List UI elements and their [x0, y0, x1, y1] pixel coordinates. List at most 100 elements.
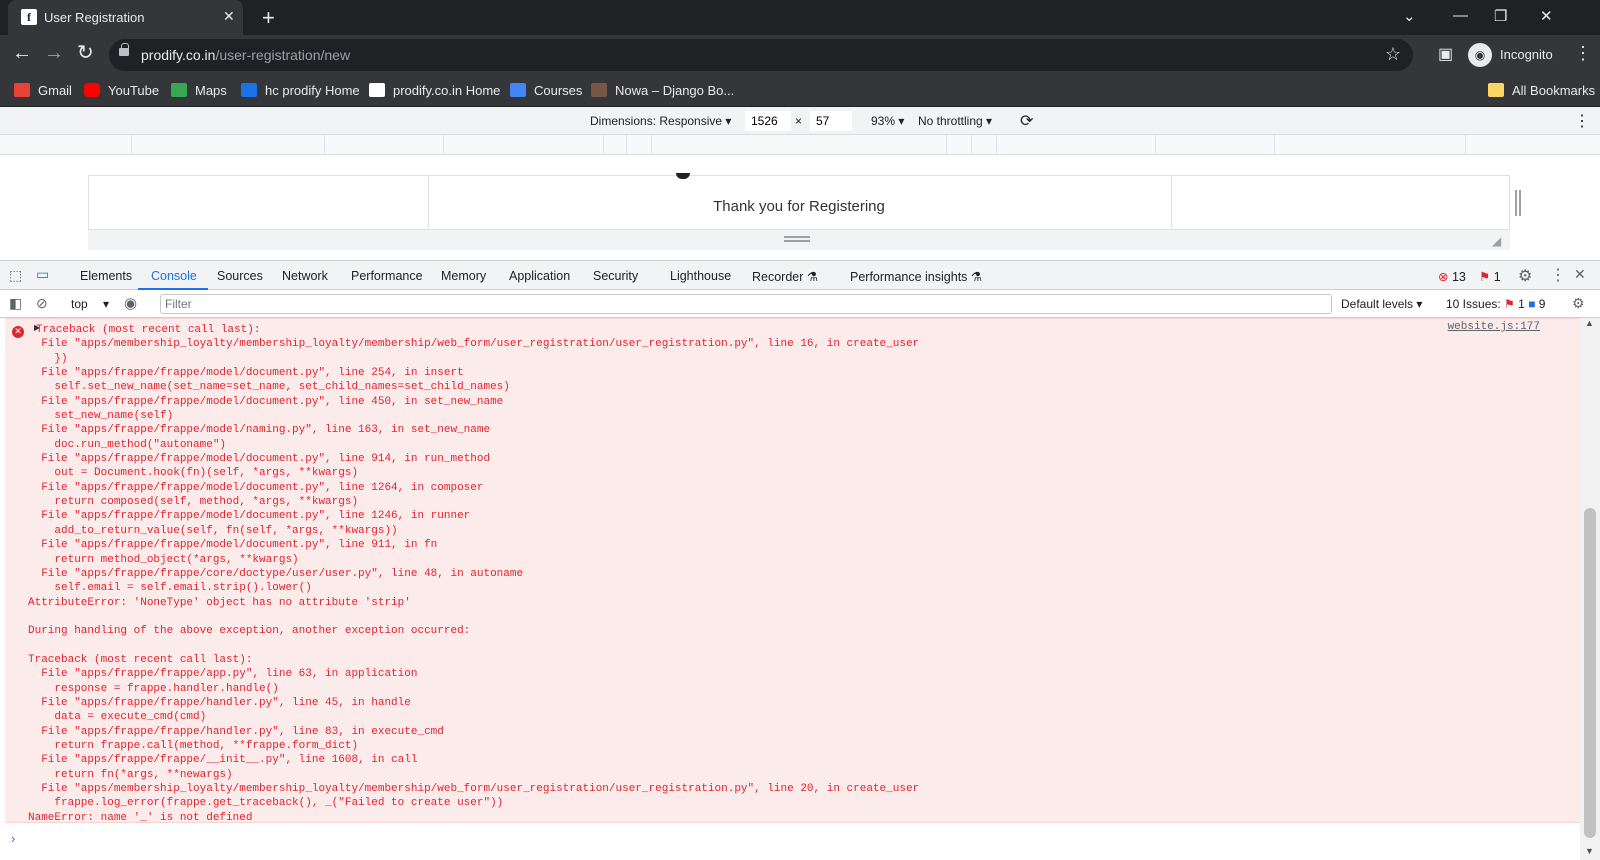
bookmark-maps[interactable]: Maps: [171, 83, 227, 98]
traceback-line: response = frappe.handler.handle(): [28, 682, 279, 695]
browser-tab[interactable]: f User Registration ✕: [8, 0, 243, 35]
new-tab-icon[interactable]: +: [262, 5, 275, 31]
traceback-line: File "apps/frappe/frappe/model/document.…: [28, 481, 484, 494]
scroll-up-icon[interactable]: ▲: [1585, 318, 1594, 328]
console-error-message[interactable]: ✕ ▶ website.js:177 Traceback (most recen…: [5, 318, 1580, 824]
sidebar-toggle-icon[interactable]: ◧: [9, 295, 22, 312]
chrome-menu-icon[interactable]: ⋮: [1574, 43, 1592, 63]
media-query-mark: [626, 135, 627, 155]
issues-summary[interactable]: 10 Issues: ⚑ 1 ■ 9: [1446, 297, 1545, 311]
reload-icon[interactable]: ↻: [77, 43, 94, 63]
address-bar[interactable]: prodify.co.in/user-registration/new ☆: [109, 39, 1413, 71]
resize-corner-icon[interactable]: ◢: [1492, 234, 1501, 248]
media-query-mark: [946, 135, 947, 155]
bookmark-nowa-django[interactable]: Nowa – Django Bo...: [591, 83, 734, 98]
media-query-mark: [131, 135, 132, 155]
close-window-icon[interactable]: ✕: [1540, 7, 1553, 25]
back-icon[interactable]: ←: [12, 43, 32, 63]
warning-count-badge[interactable]: ⚑ 1: [1479, 269, 1501, 284]
rotate-icon[interactable]: ⟳: [1020, 111, 1033, 131]
traceback-line: File "apps/frappe/frappe/model/document.…: [28, 367, 464, 380]
close-tab-icon[interactable]: ✕: [223, 8, 235, 25]
prodify-e-icon: [241, 83, 257, 97]
resize-handle-bottom[interactable]: [784, 236, 810, 242]
tab-performance-insights[interactable]: Performance insights ⚗: [850, 269, 982, 284]
traceback-line: AttributeError: 'NoneType' object has no…: [28, 596, 411, 609]
media-query-ruler[interactable]: [0, 135, 1600, 155]
console-settings-icon[interactable]: ⚙: [1572, 295, 1585, 312]
traceback-line: Traceback (most recent call last):: [28, 653, 253, 666]
scroll-down-icon[interactable]: ▼: [1585, 846, 1594, 856]
inspect-element-icon[interactable]: ⬚: [9, 267, 22, 284]
bookmark-courses[interactable]: Courses: [510, 83, 582, 98]
tab-search-icon[interactable]: ⌄: [1403, 7, 1416, 25]
log-levels-dropdown[interactable]: Default levels ▾: [1341, 297, 1422, 311]
console-prompt-chevron-icon[interactable]: ›: [11, 831, 15, 846]
traceback-line: File "apps/frappe/frappe/model/document.…: [28, 539, 438, 552]
courses-icon: [510, 83, 526, 97]
device-toggle-icon[interactable]: ▭: [36, 266, 49, 283]
source-link[interactable]: website.js:177: [1448, 321, 1540, 333]
traceback-line: return composed(self, method, *args, **k…: [28, 496, 359, 509]
media-query-mark: [1274, 135, 1275, 155]
tab-strip: f User Registration ✕ + ⌄ — ❐ ✕: [0, 0, 1600, 35]
restore-icon[interactable]: ❐: [1494, 7, 1507, 25]
traceback-line: return method_object(*args, **kwargs): [28, 553, 299, 566]
bookmark-star-icon[interactable]: ☆: [1385, 44, 1401, 65]
tab-security[interactable]: Security: [593, 269, 638, 283]
dimensions-dropdown[interactable]: Dimensions: Responsive ▾: [590, 114, 731, 128]
traceback-line: Traceback (most recent call last):: [36, 324, 261, 336]
traceback-line: File "apps/membership_loyalty/membership…: [28, 338, 920, 351]
scrollbar-thumb[interactable]: [1584, 508, 1596, 838]
url-text[interactable]: prodify.co.in/user-registration/new: [141, 47, 350, 63]
side-panel-icon[interactable]: ▣: [1438, 45, 1453, 65]
tab-elements[interactable]: Elements: [80, 269, 132, 283]
resize-handle-right[interactable]: [1515, 190, 1521, 216]
emulated-viewport: Thank you for Registering: [88, 173, 1510, 231]
context-selector[interactable]: top ▾: [71, 297, 109, 311]
traceback-line: File "apps/frappe/frappe/handler.py", li…: [28, 725, 444, 738]
console-scrollbar[interactable]: ▲ ▼: [1580, 318, 1600, 860]
settings-gear-icon[interactable]: ⚙: [1518, 266, 1532, 286]
browser-toolbar: ← → ↻ prodify.co.in/user-registration/ne…: [0, 35, 1600, 75]
tab-network[interactable]: Network: [282, 269, 328, 283]
tab-console[interactable]: Console: [151, 269, 197, 283]
devtools-menu-icon[interactable]: ⋮: [1550, 265, 1566, 285]
clear-console-icon[interactable]: ⊘: [36, 295, 48, 312]
traceback-line: [28, 610, 919, 624]
media-query-mark: [324, 135, 325, 155]
tab-lighthouse[interactable]: Lighthouse: [670, 269, 731, 283]
console-toolbar: ◧ ⊘ top ▾ ◉ Default levels ▾ 10 Issues: …: [0, 290, 1600, 318]
close-devtools-icon[interactable]: ✕: [1574, 266, 1586, 283]
folder-icon: [1488, 83, 1504, 97]
page-logo-fragment: [676, 173, 690, 179]
incognito-profile-button[interactable]: ◉ Incognito: [1468, 41, 1586, 69]
viewport-height-input[interactable]: [810, 111, 852, 131]
throttling-dropdown[interactable]: No throttling ▾: [918, 114, 992, 128]
tab-memory[interactable]: Memory: [441, 269, 486, 283]
device-toolbar-menu-icon[interactable]: ⋮: [1574, 111, 1590, 131]
console-filter-input[interactable]: [160, 294, 1332, 314]
media-query-mark: [996, 135, 997, 155]
lock-icon[interactable]: [119, 43, 129, 56]
bookmark-youtube[interactable]: YouTube: [84, 83, 159, 98]
traceback-line: self.email = self.email.strip().lower(): [28, 582, 312, 595]
tab-performance[interactable]: Performance: [351, 269, 423, 283]
minimize-icon[interactable]: —: [1453, 7, 1468, 24]
bookmark-gmail[interactable]: Gmail: [14, 83, 72, 98]
error-count-badge[interactable]: ⊗ 13: [1438, 269, 1466, 284]
bookmark-prodify-home[interactable]: prodify.co.in Home: [369, 83, 500, 98]
zoom-dropdown[interactable]: 93% ▾: [871, 114, 904, 128]
all-bookmarks[interactable]: All Bookmarks: [1488, 83, 1595, 98]
viewport-bottom-bar: ◢: [88, 230, 1510, 250]
traceback-line: File "apps/frappe/frappe/model/naming.py…: [28, 424, 491, 437]
tab-sources[interactable]: Sources: [217, 269, 263, 283]
media-query-mark: [1465, 135, 1466, 155]
live-expression-eye-icon[interactable]: ◉: [124, 294, 137, 312]
forward-icon[interactable]: →: [44, 43, 64, 63]
viewport-width-input[interactable]: [745, 111, 791, 131]
tab-recorder[interactable]: Recorder ⚗: [752, 269, 818, 284]
bookmark-hc-prodify[interactable]: hc prodify Home: [241, 83, 360, 98]
tab-application[interactable]: Application: [509, 269, 570, 283]
traceback-line: doc.run_method("autoname"): [28, 438, 227, 451]
